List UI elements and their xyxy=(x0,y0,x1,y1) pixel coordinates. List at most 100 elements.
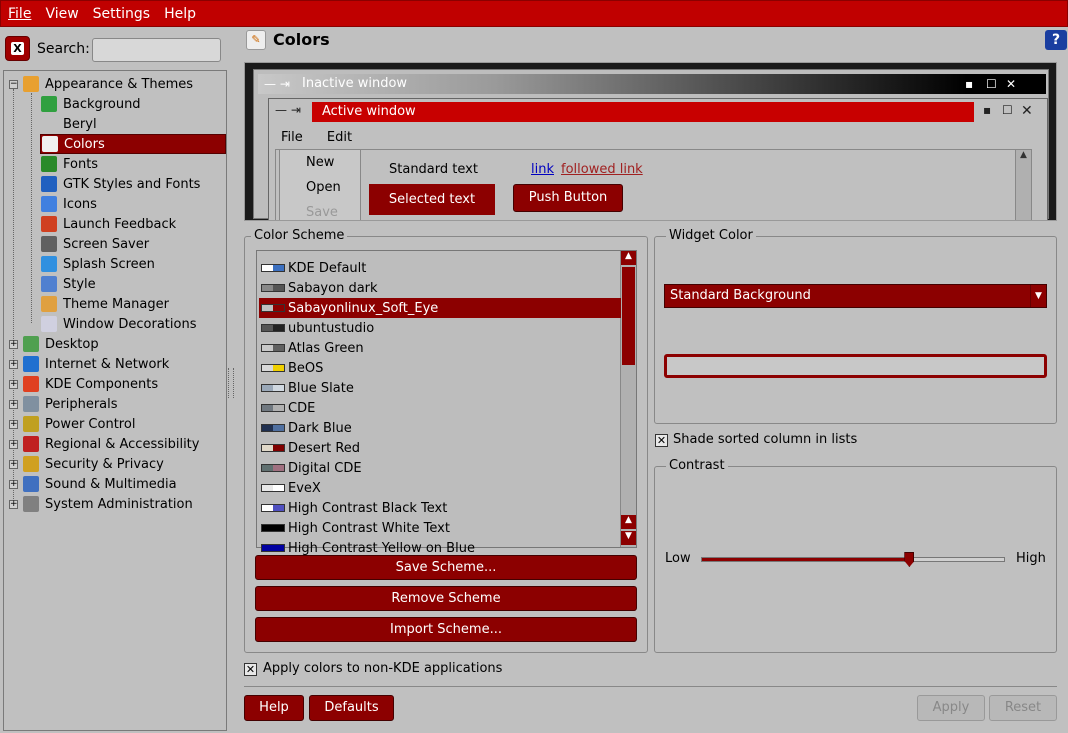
scheme-swatch-icon xyxy=(261,304,285,312)
help-icon[interactable]: ? xyxy=(1045,30,1067,50)
color-preview[interactable]: — ⇥ Inactive window ▪ ☐ ✕ — ⇥ Active win… xyxy=(244,62,1057,221)
tree-item-launch-feedback[interactable]: Launch Feedback xyxy=(4,214,224,234)
scheme-item-label: KDE Default xyxy=(288,260,367,276)
collapse-icon[interactable]: − xyxy=(9,79,18,89)
scheme-item[interactable]: Atlas Green xyxy=(259,338,621,358)
expand-icon[interactable]: + xyxy=(9,499,18,509)
tree-item-regional-accessibility[interactable]: + Regional & Accessibility xyxy=(4,434,224,454)
tree-item-appearance-themes[interactable]: − Appearance & Themes xyxy=(4,74,224,94)
module-icon xyxy=(23,496,39,512)
import-scheme-button[interactable]: Import Scheme... xyxy=(255,617,637,642)
contrast-title: Contrast xyxy=(666,458,728,473)
scheme-list-scrollbar[interactable]: ▲ ▲ ▼ xyxy=(620,251,636,547)
menu-settings[interactable]: Settings xyxy=(86,1,157,27)
save-scheme-button[interactable]: Save Scheme... xyxy=(255,555,637,580)
remove-scheme-button[interactable]: Remove Scheme xyxy=(255,586,637,611)
scheme-item[interactable]: Digital CDE xyxy=(259,458,621,478)
expand-icon[interactable]: + xyxy=(9,339,18,349)
menu-view[interactable]: View xyxy=(38,1,85,27)
apply-nonkde-checkbox[interactable]: ✕ xyxy=(244,663,257,676)
tree-item-colors[interactable]: Colors xyxy=(40,134,226,154)
preview-desktop: — ⇥ Inactive window ▪ ☐ ✕ — ⇥ Active win… xyxy=(253,69,1049,220)
tree-item-label: Power Control xyxy=(45,416,136,432)
minimize-icon: ▪ xyxy=(965,77,974,91)
scheme-item[interactable]: Sabayonlinux_Soft_Eye xyxy=(259,298,621,318)
widget-color-button[interactable] xyxy=(664,354,1047,378)
module-icon xyxy=(23,416,39,432)
tree-item-beryl[interactable]: Beryl xyxy=(4,114,224,134)
menu-help[interactable]: Help xyxy=(157,1,203,27)
shade-sorted-checkbox[interactable]: ✕ xyxy=(655,434,668,447)
tree-item-fonts[interactable]: Fonts xyxy=(4,154,224,174)
tree-item-kde-components[interactable]: + KDE Components xyxy=(4,374,224,394)
expand-icon[interactable]: + xyxy=(9,359,18,369)
popup-item-new[interactable]: New xyxy=(280,150,360,175)
search-input[interactable] xyxy=(92,38,221,62)
widget-color-selected: Standard Background xyxy=(670,288,811,303)
scrollbar-thumb[interactable] xyxy=(622,267,635,365)
defaults-button[interactable]: Defaults xyxy=(309,695,394,721)
scheme-item[interactable]: Sabayon dark xyxy=(259,278,621,298)
preview-menu-edit[interactable]: Edit xyxy=(327,130,352,145)
reset-button[interactable]: Reset xyxy=(989,695,1057,721)
scroll-up-icon[interactable]: ▲ xyxy=(621,251,636,265)
expand-icon[interactable]: + xyxy=(9,419,18,429)
active-window: — ⇥ Active window ▪ ☐ ✕ File Edit New Op… xyxy=(268,98,1048,220)
popup-item-open[interactable]: Open xyxy=(280,175,360,200)
preview-scrollbar[interactable]: ▲ xyxy=(1015,150,1031,220)
widget-color-select[interactable]: Standard Background ▼ xyxy=(664,284,1047,308)
preview-menubar: File Edit xyxy=(281,130,352,145)
tree-item-screen-saver[interactable]: Screen Saver xyxy=(4,234,224,254)
tree-item-label: Beryl xyxy=(63,116,97,132)
preview-menu-file[interactable]: File xyxy=(281,130,303,145)
tree-item-background[interactable]: Background xyxy=(4,94,224,114)
link-text[interactable]: link xyxy=(531,162,554,177)
tree-item-security-privacy[interactable]: + Security & Privacy xyxy=(4,454,224,474)
scheme-item[interactable]: Dark Blue xyxy=(259,418,621,438)
tree-item-desktop[interactable]: + Desktop xyxy=(4,334,224,354)
scheme-item[interactable]: Blue Slate xyxy=(259,378,621,398)
contrast-slider[interactable] xyxy=(701,557,1005,562)
scheme-item[interactable]: High Contrast White Text xyxy=(259,518,621,538)
tree-item-label: Sound & Multimedia xyxy=(45,476,177,492)
tree-item-internet-network[interactable]: + Internet & Network xyxy=(4,354,224,374)
tree-item-window-decorations[interactable]: Window Decorations xyxy=(4,314,224,334)
help-button[interactable]: Help xyxy=(244,695,304,721)
scheme-item[interactable]: CDE xyxy=(259,398,621,418)
tree-item-theme-manager[interactable]: Theme Manager xyxy=(4,294,224,314)
tree-item-peripherals[interactable]: + Peripherals xyxy=(4,394,224,414)
expand-icon[interactable]: + xyxy=(9,479,18,489)
preview-push-button[interactable]: Push Button xyxy=(513,184,623,212)
apply-button[interactable]: Apply xyxy=(917,695,985,721)
scheme-item[interactable]: EveX xyxy=(259,478,621,498)
active-window-titlebar[interactable]: Active window xyxy=(312,102,974,122)
inactive-window-titlebar[interactable]: — ⇥ Inactive window ▪ ☐ ✕ xyxy=(258,74,1046,94)
tree-item-sound-multimedia[interactable]: + Sound & Multimedia xyxy=(4,474,224,494)
tree-item-gtk-styles-and-fonts[interactable]: GTK Styles and Fonts xyxy=(4,174,224,194)
scroll-up-icon[interactable]: ▲ xyxy=(621,515,636,529)
scroll-down-icon[interactable]: ▼ xyxy=(621,531,636,545)
splitter-handle[interactable] xyxy=(228,368,234,398)
tree-item-style[interactable]: Style xyxy=(4,274,224,294)
menu-file[interactable]: File xyxy=(1,1,38,27)
tree-item-label: Peripherals xyxy=(45,396,118,412)
scheme-item[interactable]: KDE Default xyxy=(259,258,621,278)
scroll-up-icon: ▲ xyxy=(1020,150,1027,160)
scheme-item[interactable]: ubuntustudio xyxy=(259,318,621,338)
expand-icon[interactable]: + xyxy=(9,459,18,469)
tree-item-system-administration[interactable]: + System Administration xyxy=(4,494,224,514)
expand-icon[interactable]: + xyxy=(9,379,18,389)
scheme-item[interactable]: Desert Red xyxy=(259,438,621,458)
followed-link-text[interactable]: followed link xyxy=(561,162,643,177)
module-icon xyxy=(41,216,57,232)
expand-icon[interactable]: + xyxy=(9,399,18,409)
expand-icon[interactable]: + xyxy=(9,439,18,449)
module-icon xyxy=(23,456,39,472)
scheme-item[interactable]: High Contrast Black Text xyxy=(259,498,621,518)
tree-item-splash-screen[interactable]: Splash Screen xyxy=(4,254,224,274)
tree-item-power-control[interactable]: + Power Control xyxy=(4,414,224,434)
scheme-item[interactable]: BeOS xyxy=(259,358,621,378)
page-title: Colors xyxy=(273,30,330,49)
scheme-list[interactable]: ▲ ▲ ▼ KDE Default Sabayon dark Sabayonlinu… xyxy=(256,250,637,556)
tree-item-icons[interactable]: Icons xyxy=(4,194,224,214)
